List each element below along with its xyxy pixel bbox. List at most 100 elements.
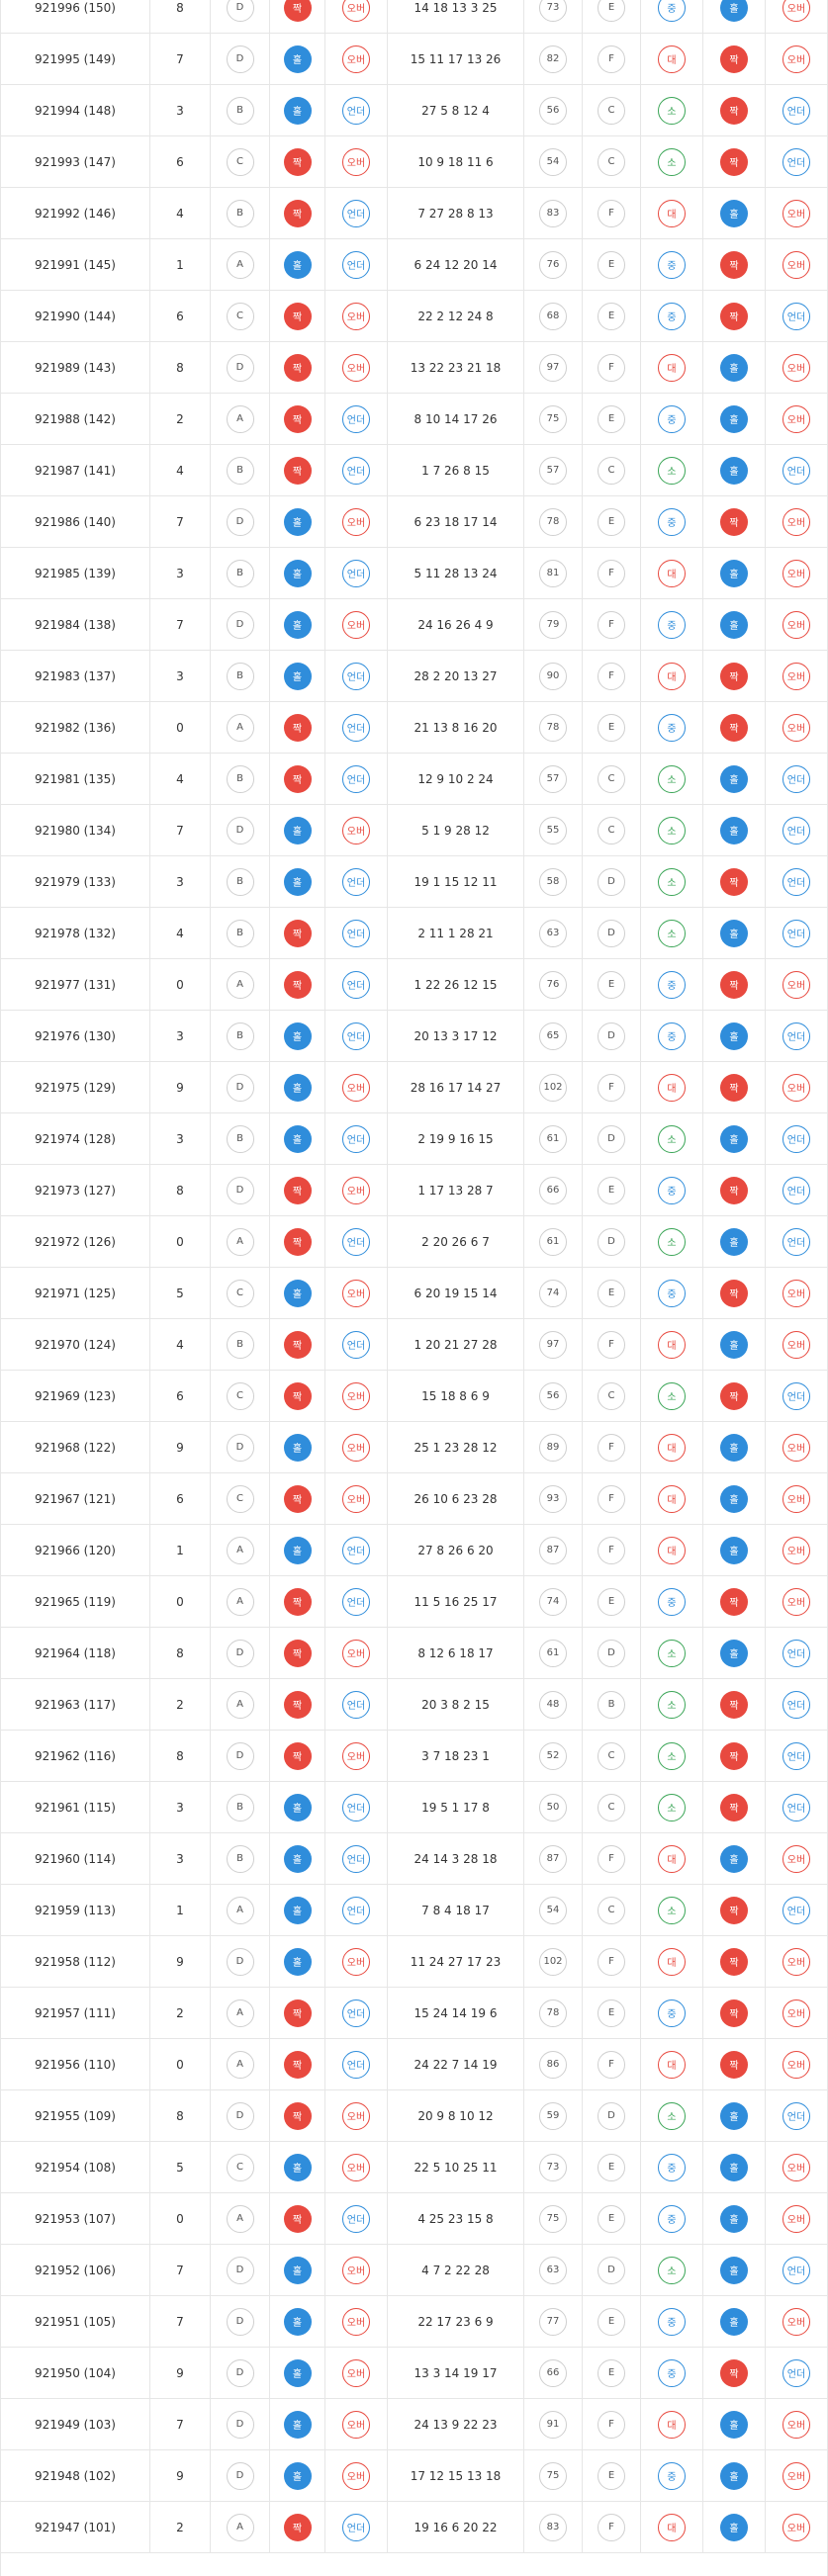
- table-cell: 홀: [703, 445, 766, 495]
- table-cell: B: [211, 1833, 270, 1884]
- sum-under-over-badge: 언더: [782, 816, 810, 844]
- size-badge: 소: [658, 1227, 686, 1256]
- under-over-badge: 언더: [342, 456, 370, 485]
- numbers-cell: 7 8 4 18 17: [421, 1903, 490, 1917]
- numbers-cell: 21 13 8 16 20: [414, 720, 498, 735]
- table-row: 921959 (113) 1 A 홀 언더 7 8 4 18 17 54 C 소 짝 언더: [1, 1885, 827, 1936]
- grade-badge: D: [226, 507, 254, 536]
- grade-badge: D: [226, 353, 254, 382]
- table-cell: 83: [524, 188, 583, 238]
- table-cell: E: [583, 2193, 641, 2244]
- round-cell: 921968 (122): [35, 1440, 116, 1455]
- sum-grade-badge: E: [598, 2153, 625, 2181]
- size-badge: 중: [658, 302, 686, 330]
- digit-cell: 3: [176, 1851, 184, 1866]
- sum-grade-badge: F: [598, 1433, 625, 1462]
- table-cell: 오버: [325, 2296, 388, 2347]
- sum-grade-badge: D: [598, 1639, 625, 1667]
- table-cell: 921960 (114): [1, 1833, 150, 1884]
- table-cell: D: [211, 342, 270, 393]
- sum-grade-badge: F: [598, 662, 625, 690]
- sum-under-over-badge: 오버: [782, 610, 810, 639]
- table-cell: 9: [150, 1062, 211, 1112]
- odd-even-ball: 짝: [283, 713, 312, 742]
- table-cell: 15 11 17 13 26: [388, 34, 524, 84]
- sum-odd-even-ball: 짝: [720, 713, 748, 742]
- table-cell: 19 5 1 17 8: [388, 1782, 524, 1832]
- under-over-badge: 오버: [342, 302, 370, 330]
- sum-grade-badge: C: [598, 764, 625, 793]
- table-cell: 58: [524, 856, 583, 907]
- grade-badge: D: [226, 2256, 254, 2284]
- table-cell: 6 24 12 20 14: [388, 239, 524, 290]
- table-row: 921984 (138) 7 D 홀 오버 24 16 26 4 9 79 F 중 홀 오버: [1, 599, 827, 651]
- table-cell: 소: [641, 805, 703, 855]
- table-cell: 7 27 28 8 13: [388, 188, 524, 238]
- table-cell: 중: [641, 2193, 703, 2244]
- sum-under-over-badge: 언더: [782, 2256, 810, 2284]
- table-cell: F: [583, 2399, 641, 2449]
- table-cell: C: [583, 1731, 641, 1781]
- table-cell: 중: [641, 959, 703, 1010]
- numbers-cell: 24 22 7 14 19: [414, 2057, 498, 2072]
- table-cell: 소: [641, 1679, 703, 1730]
- under-over-badge: 오버: [342, 44, 370, 73]
- table-row: 921960 (114) 3 B 홀 언더 24 14 3 28 18 87 F 대 홀 오버: [1, 1833, 827, 1885]
- table-cell: 921973 (127): [1, 1165, 150, 1215]
- table-cell: 짝: [270, 1679, 325, 1730]
- sum-odd-even-ball: 홀: [720, 1484, 748, 1513]
- odd-even-ball: 짝: [283, 2101, 312, 2130]
- table-cell: D: [211, 2245, 270, 2295]
- digit-cell: 6: [176, 1491, 184, 1506]
- sum-grade-badge: C: [598, 1381, 625, 1410]
- numbers-cell: 5 1 9 28 12: [421, 823, 490, 838]
- sum-grade-badge: E: [598, 713, 625, 742]
- table-cell: 소: [641, 1782, 703, 1832]
- sum-grade-badge: E: [598, 1587, 625, 1616]
- table-cell: 홀: [270, 1011, 325, 1061]
- sum-badge: 75: [539, 2204, 567, 2233]
- sum-badge: 66: [539, 2358, 567, 2387]
- table-cell: 소: [641, 85, 703, 135]
- table-cell: 921963 (117): [1, 1679, 150, 1730]
- sum-grade-badge: C: [598, 1896, 625, 1924]
- sum-under-over-badge: 오버: [782, 1433, 810, 1462]
- table-cell: 짝: [703, 1679, 766, 1730]
- numbers-cell: 20 13 3 17 12: [414, 1028, 498, 1043]
- table-cell: 홀: [703, 2245, 766, 2295]
- table-cell: 홀: [703, 1319, 766, 1370]
- table-cell: 921974 (128): [1, 1113, 150, 1164]
- table-cell: 대: [641, 1062, 703, 1112]
- table-row: 921951 (105) 7 D 홀 오버 22 17 23 6 9 77 E 중 홀 오버: [1, 2296, 827, 2348]
- table-cell: 언더: [325, 445, 388, 495]
- digit-cell: 9: [176, 2468, 184, 2483]
- sum-badge: 74: [539, 1587, 567, 1616]
- grade-badge: A: [226, 1536, 254, 1564]
- odd-even-ball: 짝: [283, 0, 312, 22]
- round-cell: 921955 (109): [35, 2108, 116, 2123]
- table-cell: 1 7 26 8 15: [388, 445, 524, 495]
- table-cell: 24 22 7 14 19: [388, 2039, 524, 2089]
- table-cell: 2: [150, 2502, 211, 2552]
- table-cell: 대: [641, 2039, 703, 2089]
- odd-even-ball: 짝: [283, 2513, 312, 2541]
- table-cell: 87: [524, 1833, 583, 1884]
- size-badge: 소: [658, 816, 686, 844]
- digit-cell: 3: [176, 874, 184, 889]
- table-cell: 언더: [766, 1165, 827, 1215]
- numbers-cell: 6 23 18 17 14: [414, 514, 498, 529]
- under-over-badge: 오버: [342, 0, 370, 22]
- table-cell: 오버: [325, 496, 388, 547]
- table-cell: 오버: [325, 291, 388, 341]
- table-row: 921975 (129) 9 D 홀 오버 28 16 17 14 27 102 F 대 짝 오버: [1, 1062, 827, 1113]
- round-cell: 921964 (118): [35, 1645, 116, 1660]
- grade-badge: A: [226, 1896, 254, 1924]
- table-row: 921979 (133) 3 B 홀 언더 19 1 15 12 11 58 D 소 짝 언더: [1, 856, 827, 908]
- table-cell: 63: [524, 2245, 583, 2295]
- table-cell: 대: [641, 1319, 703, 1370]
- table-cell: 1 22 26 12 15: [388, 959, 524, 1010]
- sum-under-over-badge: 언더: [782, 1022, 810, 1050]
- round-cell: 921982 (136): [35, 720, 116, 735]
- table-row: 921956 (110) 0 A 짝 언더 24 22 7 14 19 86 F 대 짝 오버: [1, 2039, 827, 2090]
- table-cell: 921959 (113): [1, 1885, 150, 1935]
